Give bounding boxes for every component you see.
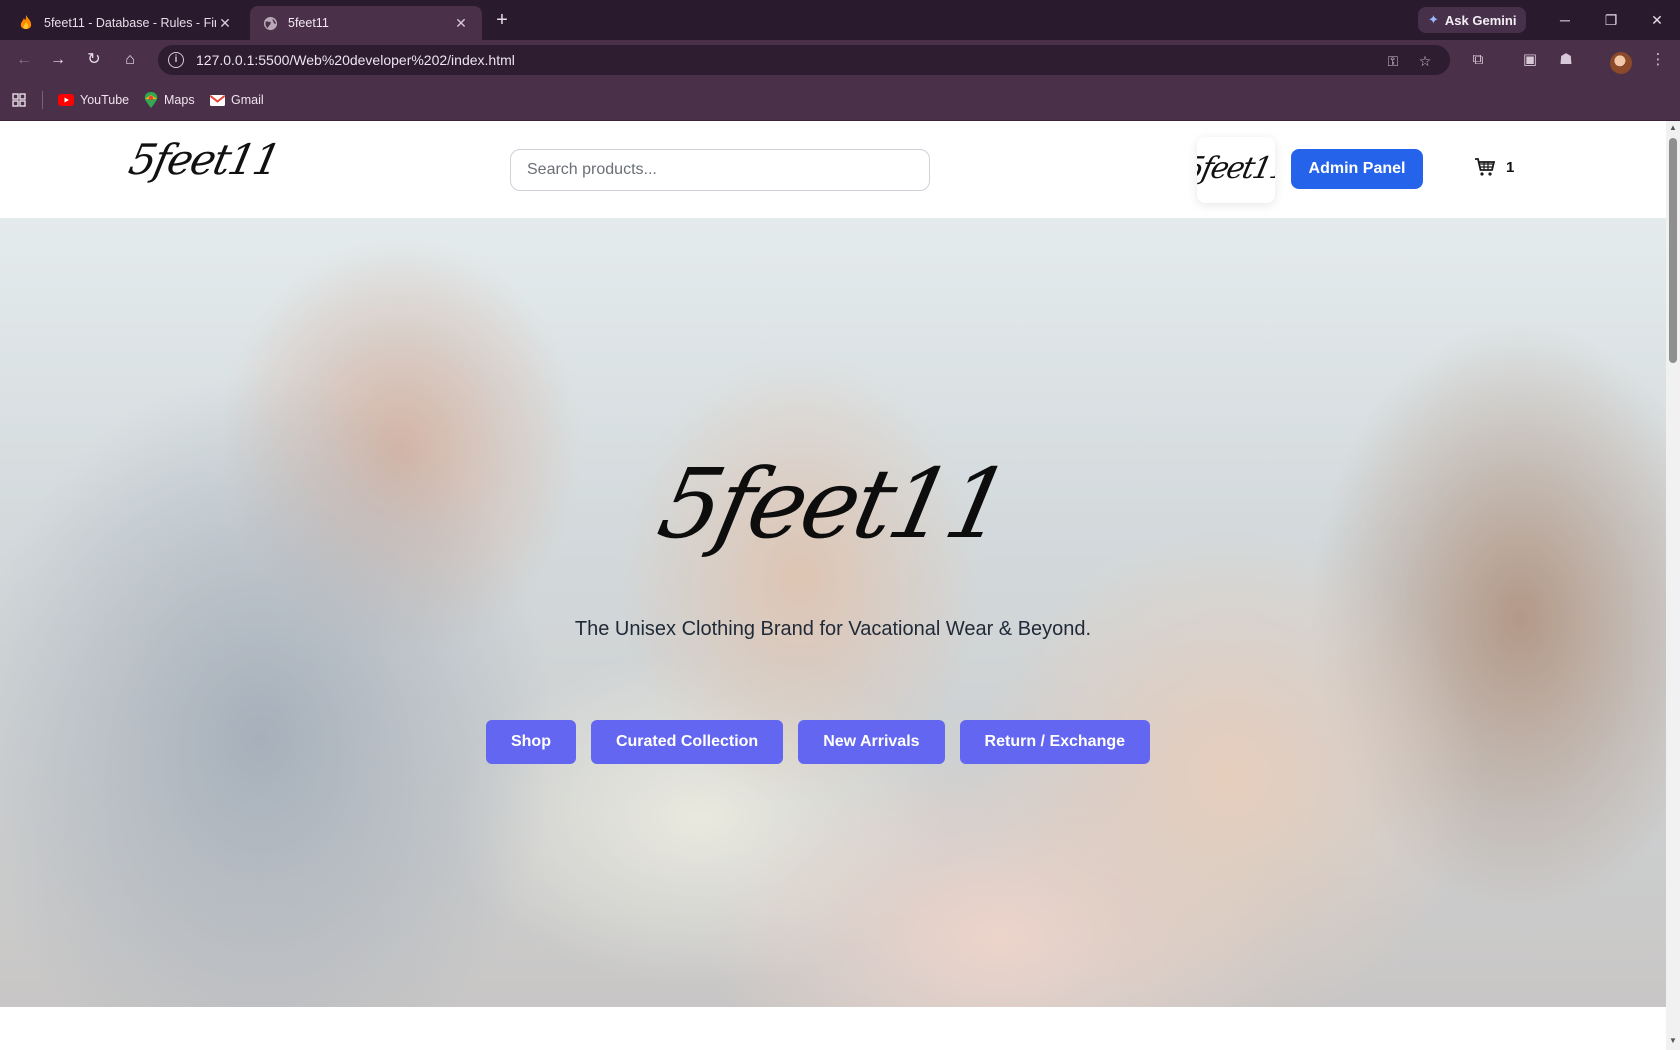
site-info-icon[interactable]: i bbox=[168, 52, 184, 68]
tab-close-icon[interactable]: ✕ bbox=[216, 15, 234, 32]
reading-mode-icon[interactable]: ▣ bbox=[1518, 48, 1542, 72]
web-page: 5feet11 5feet11 Admin Panel 1 5feet11 Th… bbox=[0, 121, 1666, 1050]
curated-collection-button[interactable]: Curated Collection bbox=[590, 720, 784, 764]
reload-icon[interactable]: ↻ bbox=[82, 48, 106, 72]
bookmark-gmail[interactable]: Gmail bbox=[210, 90, 264, 110]
url-text: 127.0.0.1:5500/Web%20developer%202/index… bbox=[196, 52, 515, 68]
tab-firebase[interactable]: 5feet11 - Database - Rules - Firebase ✕ bbox=[6, 6, 246, 40]
hero-button-group: Shop Curated Collection New Arrivals Ret… bbox=[0, 720, 1666, 764]
forward-icon[interactable]: → bbox=[46, 48, 70, 72]
cart-count: 1 bbox=[1506, 158, 1515, 176]
browser-toolbar: ← → ↻ ⌂ i 127.0.0.1:5500/Web%20developer… bbox=[0, 40, 1680, 80]
ask-gemini-button[interactable]: ✦ Ask Gemini bbox=[1418, 7, 1527, 33]
scroll-down-icon[interactable]: ▼ bbox=[1669, 1037, 1677, 1045]
tab-title: 5feet11 bbox=[288, 16, 329, 30]
home-icon[interactable]: ⌂ bbox=[118, 48, 142, 72]
logo-thumbnail-text: 5feet11 bbox=[1197, 151, 1275, 186]
shopping-cart-icon bbox=[1475, 158, 1496, 176]
cart-button[interactable]: 1 bbox=[1474, 157, 1514, 177]
shop-button[interactable]: Shop bbox=[485, 720, 576, 764]
hero-content: 5feet11 The Unisex Clothing Brand for Va… bbox=[0, 218, 1666, 1007]
return-exchange-button[interactable]: Return / Exchange bbox=[959, 720, 1151, 764]
gmail-icon bbox=[210, 94, 225, 106]
bookmark-divider bbox=[42, 91, 43, 109]
scrollbar-thumb[interactable] bbox=[1669, 138, 1677, 363]
password-key-icon[interactable]: ⚿ bbox=[1384, 52, 1402, 70]
search-input[interactable] bbox=[510, 149, 930, 191]
browser-tab-strip: 5feet11 - Database - Rules - Firebase ✕ … bbox=[0, 0, 1680, 40]
bookmark-label: YouTube bbox=[80, 93, 130, 107]
extensions-icon[interactable]: ⧉ bbox=[1466, 48, 1490, 72]
scroll-up-icon[interactable]: ▲ bbox=[1669, 124, 1677, 132]
tab-close-icon[interactable]: ✕ bbox=[452, 15, 470, 32]
incognito-icon[interactable]: ☗ bbox=[1554, 48, 1578, 72]
bookmarks-bar: YouTube Maps Gmail bbox=[0, 80, 1680, 121]
globe-icon bbox=[262, 15, 278, 31]
hero-tagline: The Unisex Clothing Brand for Vacational… bbox=[574, 618, 1092, 640]
site-logo[interactable]: 5feet11 bbox=[125, 135, 284, 184]
bookmark-star-icon[interactable]: ☆ bbox=[1416, 52, 1434, 70]
admin-panel-button[interactable]: Admin Panel bbox=[1291, 149, 1423, 189]
menu-kebab-icon[interactable]: ⋮ bbox=[1646, 48, 1670, 72]
page-scrollbar[interactable]: ▲ ▼ bbox=[1666, 121, 1680, 1050]
back-icon[interactable]: ← bbox=[12, 48, 36, 72]
gemini-sparkle-icon: ✦ bbox=[1428, 12, 1439, 27]
maps-icon bbox=[144, 92, 158, 108]
tab-title: 5feet11 - Database - Rules - Firebase bbox=[44, 16, 216, 30]
minimize-icon[interactable]: ─ bbox=[1550, 8, 1580, 32]
new-arrivals-button[interactable]: New Arrivals bbox=[798, 720, 945, 764]
bookmark-maps[interactable]: Maps bbox=[144, 90, 195, 110]
firebase-flame-icon bbox=[18, 15, 34, 31]
bookmark-label: Maps bbox=[164, 93, 195, 107]
apps-grid-icon[interactable] bbox=[12, 90, 26, 110]
new-tab-icon[interactable]: + bbox=[492, 9, 512, 31]
youtube-icon bbox=[58, 94, 74, 106]
tab-5feet11[interactable]: 5feet11 ✕ bbox=[250, 6, 482, 40]
close-window-icon[interactable]: ✕ bbox=[1642, 8, 1672, 32]
address-bar[interactable]: i 127.0.0.1:5500/Web%20developer%202/ind… bbox=[158, 45, 1450, 75]
ask-gemini-label: Ask Gemini bbox=[1444, 12, 1517, 28]
profile-avatar[interactable] bbox=[1610, 52, 1632, 74]
bookmark-label: Gmail bbox=[231, 93, 264, 107]
hero-logo: 5feet11 bbox=[649, 448, 1017, 560]
logo-thumbnail: 5feet11 bbox=[1197, 137, 1275, 203]
bookmark-youtube[interactable]: YouTube bbox=[58, 90, 129, 110]
site-header: 5feet11 5feet11 Admin Panel 1 bbox=[0, 121, 1666, 218]
hero-banner: 5feet11 The Unisex Clothing Brand for Va… bbox=[0, 218, 1666, 1007]
restore-icon[interactable]: ❐ bbox=[1596, 8, 1626, 32]
